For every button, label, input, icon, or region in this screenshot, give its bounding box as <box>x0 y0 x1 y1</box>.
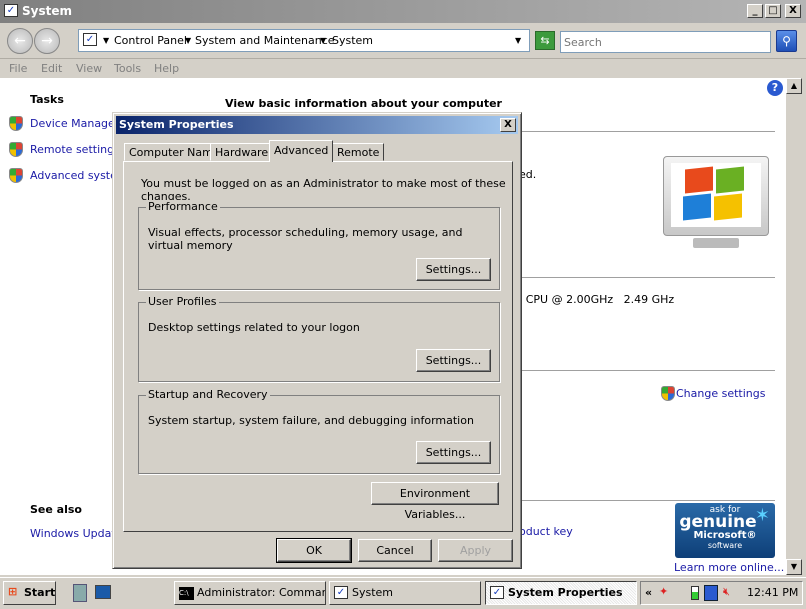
tab-remote[interactable]: Remote <box>332 143 385 161</box>
volume-muted-icon[interactable]: 🔇︎ <box>723 585 730 599</box>
page-heading: View basic information about your comput… <box>225 97 502 110</box>
menu-bar: File Edit View Tools Help <box>0 59 806 78</box>
dialog-title-bar[interactable]: System Properties X <box>116 116 518 134</box>
change-settings-link[interactable]: Change settings <box>676 387 765 400</box>
task-device-manager[interactable]: Device Manager <box>30 117 119 130</box>
uac-shield-icon <box>661 386 675 401</box>
dialog-close-button[interactable]: X <box>500 118 516 132</box>
start-button[interactable]: ⊞ Start <box>3 581 56 605</box>
windows-logo-monitor <box>663 156 769 250</box>
menu-view[interactable]: View <box>76 62 102 75</box>
chevron-icon: ▼ <box>320 36 327 45</box>
help-icon[interactable]: ? <box>767 80 783 96</box>
vertical-scrollbar[interactable]: ▲ ▼ <box>786 78 802 575</box>
group-label: Startup and Recovery <box>146 388 270 401</box>
tab-hardware[interactable]: Hardware <box>210 143 274 161</box>
learn-more-link[interactable]: Learn more online... <box>674 561 784 574</box>
system-tray: « ✦ 🔇︎ 12:41 PM <box>640 581 803 605</box>
cmd-icon: C:\ <box>179 587 194 600</box>
windows-update-link[interactable]: Windows Update <box>30 527 122 540</box>
breadcrumb-system-maintenance[interactable]: System and Maintenance <box>195 34 335 47</box>
breadcrumb-control-panel[interactable]: Control Panel <box>114 34 187 47</box>
search-input[interactable] <box>560 31 771 53</box>
uac-shield-icon <box>9 168 23 183</box>
system-icon: ✓ <box>334 586 348 599</box>
tasks-heading: Tasks <box>30 93 64 106</box>
taskbar-item-system-properties[interactable]: ✓ System Properties <box>485 581 637 605</box>
task-remote-settings[interactable]: Remote settings <box>30 143 120 156</box>
system-properties-dialog: System Properties X Computer Name Hardwa… <box>112 112 522 569</box>
cancel-button[interactable]: Cancel <box>358 539 432 562</box>
task-label: System <box>352 586 394 599</box>
network-icon[interactable] <box>704 585 718 601</box>
battery-icon[interactable] <box>691 586 699 600</box>
refresh-button[interactable]: ⇆ <box>535 31 555 50</box>
chevron-icon: ▼ <box>185 36 192 45</box>
window-title: System <box>22 4 72 18</box>
task-label: System Properties <box>508 586 623 599</box>
scroll-down-button[interactable]: ▼ <box>786 559 802 575</box>
start-label: Start <box>24 586 56 599</box>
windows-flag-icon: ⊞ <box>8 585 18 598</box>
dialog-title: System Properties <box>119 118 234 131</box>
tab-advanced[interactable]: Advanced <box>269 140 334 162</box>
divider <box>520 500 775 501</box>
task-label: Administrator: Comman... <box>197 586 326 599</box>
apply-button[interactable]: Apply <box>438 539 513 562</box>
divider <box>520 370 775 371</box>
group-label: Performance <box>146 200 220 213</box>
star-icon: ✶ <box>754 505 770 526</box>
close-button[interactable]: X <box>785 4 801 18</box>
maximize-button[interactable]: □ <box>765 4 781 18</box>
system-icon: ✓ <box>4 4 18 17</box>
taskbar-item-command-prompt[interactable]: C:\ Administrator: Comman... <box>174 581 326 605</box>
group-label: User Profiles <box>146 295 219 308</box>
user-profiles-settings-button[interactable]: Settings... <box>416 349 491 372</box>
startup-recovery-group: Startup and Recovery System startup, sys… <box>138 388 500 474</box>
menu-tools[interactable]: Tools <box>114 62 141 75</box>
menu-help[interactable]: Help <box>154 62 179 75</box>
advanced-tab-panel: You must be logged on as an Administrato… <box>123 161 513 532</box>
taskbar-item-system[interactable]: ✓ System <box>329 581 481 605</box>
see-also-heading: See also <box>30 503 82 516</box>
ok-button[interactable]: OK <box>276 538 352 563</box>
show-desktop-icon[interactable] <box>95 585 111 599</box>
search-icon[interactable]: ⚲ <box>776 30 797 52</box>
divider <box>520 131 775 132</box>
performance-group: Performance Visual effects, processor sc… <box>138 200 500 290</box>
address-dropdown-icon[interactable]: ▼ <box>515 36 521 45</box>
back-button[interactable]: ← <box>7 28 33 54</box>
processor-text: J CPU @ 2.00GHz 2.49 GHz <box>519 293 675 306</box>
menu-edit[interactable]: Edit <box>41 62 62 75</box>
navigation-bar: ← → ✓ ▼ Control Panel ▼ System and Maint… <box>0 23 806 59</box>
uac-shield-icon <box>9 116 23 131</box>
breadcrumb-system[interactable]: System <box>332 34 373 47</box>
group-description: Desktop settings related to your logon <box>148 321 360 334</box>
server-manager-icon[interactable] <box>73 584 87 602</box>
tray-app-icon[interactable]: ✦ <box>659 585 668 598</box>
divider <box>520 277 775 278</box>
user-profiles-group: User Profiles Desktop settings related t… <box>138 295 500 382</box>
scroll-up-button[interactable]: ▲ <box>786 78 802 94</box>
window-title-bar[interactable]: ✓ System _ □ X <box>0 0 806 23</box>
clock[interactable]: 12:41 PM <box>747 586 798 599</box>
menu-file[interactable]: File <box>9 62 27 75</box>
taskbar: ⊞ Start C:\ Administrator: Comman... ✓ S… <box>0 577 806 609</box>
tray-expand-button[interactable]: « <box>645 586 652 599</box>
environment-variables-button[interactable]: Environment Variables... <box>371 482 499 521</box>
forward-button[interactable]: → <box>34 28 60 54</box>
address-bar[interactable]: ✓ ▼ Control Panel ▼ System and Maintenan… <box>78 29 530 52</box>
genuine-microsoft-badge[interactable]: ask for genuine Microsoft® software ✶ <box>675 503 775 558</box>
group-description: System startup, system failure, and debu… <box>148 414 474 427</box>
startup-recovery-settings-button[interactable]: Settings... <box>416 441 491 464</box>
genuine-line: software <box>707 541 743 550</box>
minimize-button[interactable]: _ <box>747 4 763 18</box>
system-icon: ✓ <box>490 586 504 599</box>
system-icon: ✓ <box>83 33 97 46</box>
group-description: Visual effects, processor scheduling, me… <box>148 226 463 252</box>
uac-shield-icon <box>9 142 23 157</box>
product-key-link[interactable]: oduct key <box>519 525 573 538</box>
performance-settings-button[interactable]: Settings... <box>416 258 491 281</box>
chevron-icon: ▼ <box>103 36 110 45</box>
